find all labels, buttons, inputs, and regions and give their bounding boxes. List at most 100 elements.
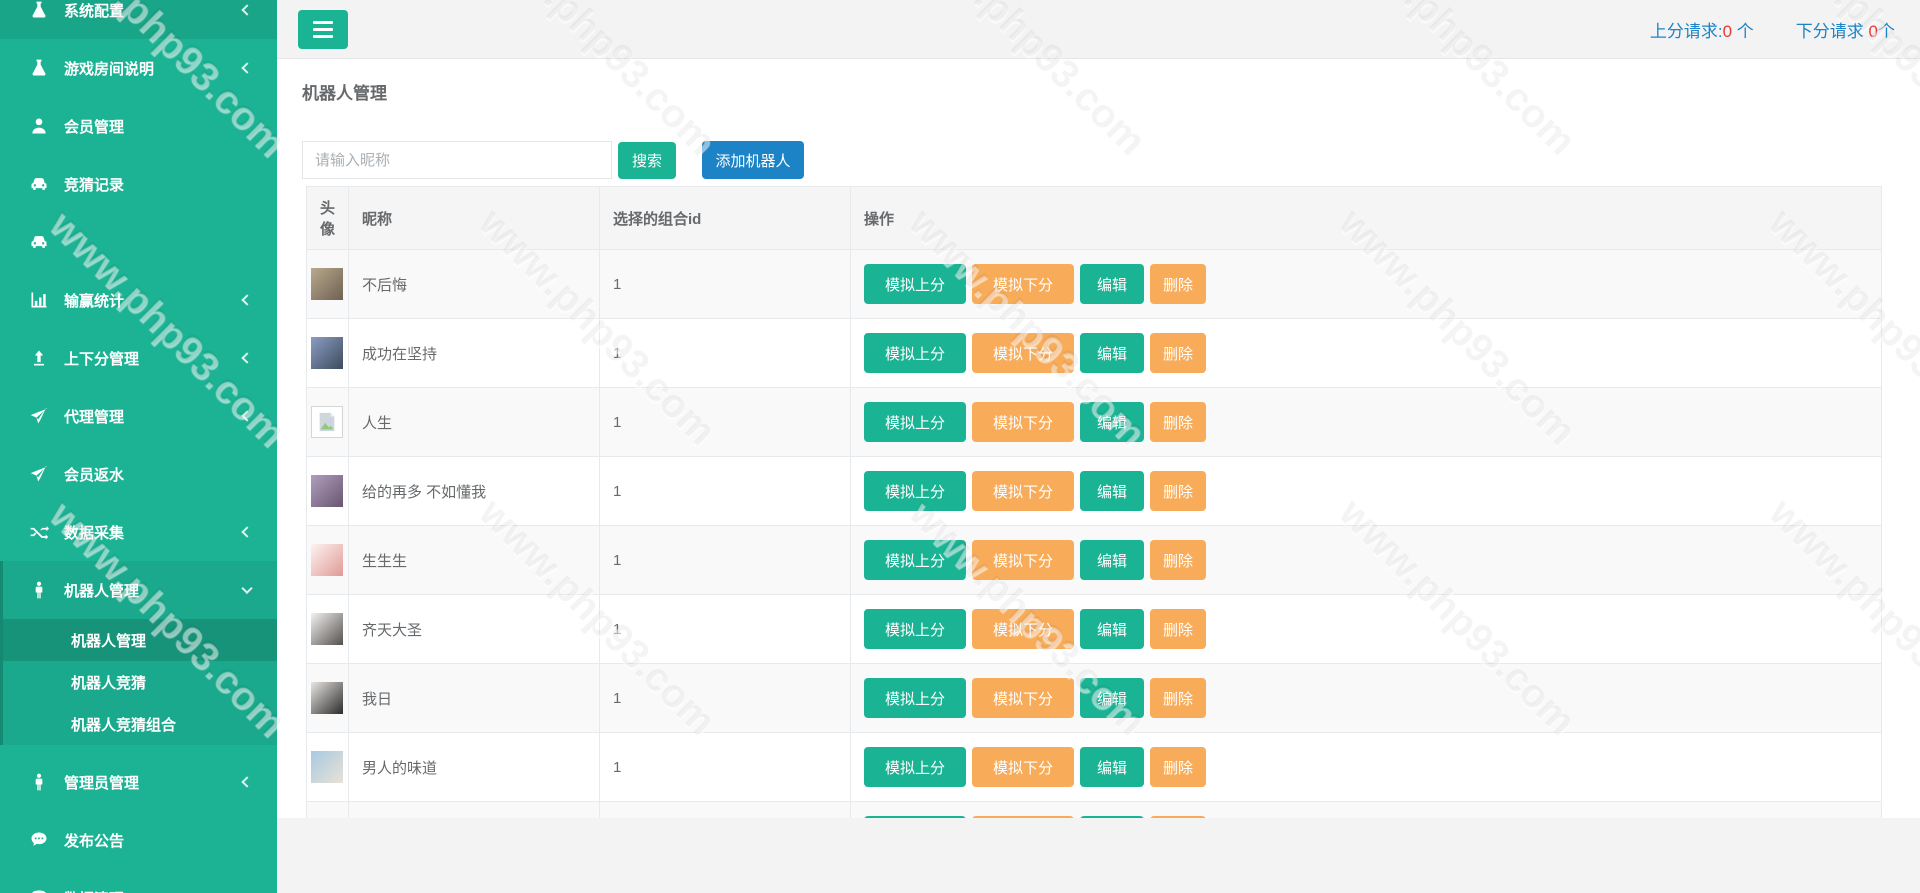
combo-id-cell: 1: [599, 594, 851, 664]
simulate-down-button[interactable]: 模拟下分: [972, 678, 1074, 718]
simulate-down-button[interactable]: 模拟下分: [972, 747, 1074, 787]
flask-icon: [28, 58, 50, 78]
nickname-search-input[interactable]: [302, 141, 612, 179]
delete-button[interactable]: 删除: [1150, 816, 1206, 818]
sidebar: 系统配置 游戏房间说明 会员管理 竞猜记录 输赢统计 上下分管理 代理管理 会员…: [0, 0, 277, 893]
avatar-cell: [306, 387, 349, 457]
delete-button[interactable]: 删除: [1150, 540, 1206, 580]
robot-avatar: [311, 475, 343, 507]
sidebar-item-data-cleaning[interactable]: 数据清理: [0, 869, 277, 893]
sidebar-item-car[interactable]: [0, 213, 277, 271]
sidebar-item-label: 数据清理: [64, 888, 124, 893]
robot-avatar: [311, 751, 343, 783]
simulate-up-button[interactable]: 模拟上分: [864, 747, 966, 787]
avatar-cell: [306, 456, 349, 526]
simulate-up-button[interactable]: 模拟上分: [864, 816, 966, 818]
nickname-cell: 成功在坚持: [348, 318, 600, 388]
sidebar-item-win-loss-stats[interactable]: 输赢统计: [0, 271, 277, 329]
chevron-left-icon: [241, 294, 253, 306]
simulate-down-button[interactable]: 模拟下分: [972, 816, 1074, 818]
actions-cell: 模拟上分模拟下分编辑删除: [850, 525, 1882, 595]
add-robot-button[interactable]: 添加机器人: [702, 141, 804, 179]
sidebar-subitem-label: 机器人竞猜: [71, 674, 147, 692]
delete-button[interactable]: 删除: [1150, 402, 1206, 442]
sidebar-section-robot: 机器人管理 机器人管理 机器人竞猜 机器人竞猜组合: [0, 561, 277, 745]
table-row: 人生 1 模拟上分 模拟下分 编辑 删除: [306, 387, 1882, 457]
bar-chart-icon: [28, 290, 50, 310]
nickname-cell: 人生: [348, 387, 600, 457]
simulate-up-button[interactable]: 模拟上分: [864, 264, 966, 304]
flask-icon: [28, 0, 50, 20]
avatar-cell: [306, 732, 349, 802]
simulate-down-button[interactable]: 模拟下分: [972, 540, 1074, 580]
sidebar-subitem-label: 机器人管理: [71, 632, 147, 650]
sidebar-subitem-robot-guess[interactable]: 机器人竞猜: [3, 661, 277, 703]
nickname-cell: 不后悔: [348, 249, 600, 319]
page-title: 机器人管理: [302, 84, 387, 103]
edit-button[interactable]: 编辑: [1080, 747, 1144, 787]
edit-button[interactable]: 编辑: [1080, 402, 1144, 442]
edit-button[interactable]: 编辑: [1080, 264, 1144, 304]
sidebar-subitem-robot-management[interactable]: 机器人管理: [3, 619, 277, 661]
topbar-requests: 上分请求:0 个 下分请求 0个: [1650, 17, 1895, 42]
sidebar-item-guess-records[interactable]: 竞猜记录: [0, 155, 277, 213]
combo-id-cell: 1: [599, 525, 851, 595]
delete-button[interactable]: 删除: [1150, 609, 1206, 649]
sidebar-toggle-button[interactable]: [298, 9, 348, 49]
search-button[interactable]: 搜索: [618, 141, 676, 179]
sidebar-item-agent-management[interactable]: 代理管理: [0, 387, 277, 445]
simulate-up-button[interactable]: 模拟上分: [864, 333, 966, 373]
header-actions: 操作: [850, 186, 1882, 250]
table-row: 模拟上分 模拟下分 编辑 删除: [306, 801, 1882, 818]
edit-button[interactable]: 编辑: [1080, 333, 1144, 373]
delete-button[interactable]: 删除: [1150, 333, 1206, 373]
delete-button[interactable]: 删除: [1150, 747, 1206, 787]
sidebar-item-publish-announcement[interactable]: 发布公告: [0, 811, 277, 869]
edit-button[interactable]: 编辑: [1080, 540, 1144, 580]
nickname-cell: 给的再多 不如懂我: [348, 456, 600, 526]
delete-button[interactable]: 删除: [1150, 264, 1206, 304]
simulate-up-button[interactable]: 模拟上分: [864, 540, 966, 580]
up-score-request-link[interactable]: 上分请求:0 个: [1650, 17, 1754, 42]
sidebar-item-admin-management[interactable]: 管理员管理: [0, 753, 277, 811]
avatar-cell: [306, 801, 349, 818]
table-row: 我日 1 模拟上分 模拟下分 编辑 删除: [306, 663, 1882, 733]
sidebar-subitem-robot-guess-combo[interactable]: 机器人竞猜组合: [3, 703, 277, 745]
avatar-cell: [306, 318, 349, 388]
edit-button[interactable]: 编辑: [1080, 678, 1144, 718]
simulate-up-button[interactable]: 模拟上分: [864, 609, 966, 649]
edit-button[interactable]: 编辑: [1080, 609, 1144, 649]
simulate-up-button[interactable]: 模拟上分: [864, 402, 966, 442]
simulate-down-button[interactable]: 模拟下分: [972, 333, 1074, 373]
simulate-down-button[interactable]: 模拟下分: [972, 402, 1074, 442]
nickname-cell: 我日: [348, 663, 600, 733]
table-row: 生生生 1 模拟上分 模拟下分 编辑 删除: [306, 525, 1882, 595]
sidebar-item-label: 管理员管理: [64, 774, 140, 792]
sidebar-item-member-management[interactable]: 会员管理: [0, 97, 277, 155]
simulate-up-button[interactable]: 模拟上分: [864, 678, 966, 718]
delete-button[interactable]: 删除: [1150, 678, 1206, 718]
comment-icon: [28, 830, 50, 850]
table-row: 成功在坚持 1 模拟上分 模拟下分 编辑 删除: [306, 318, 1882, 388]
nickname-cell: 生生生: [348, 525, 600, 595]
edit-button[interactable]: 编辑: [1080, 471, 1144, 511]
simulate-down-button[interactable]: 模拟下分: [972, 609, 1074, 649]
sidebar-item-system-config[interactable]: 系统配置: [0, 0, 277, 39]
sidebar-item-score-management[interactable]: 上下分管理: [0, 329, 277, 387]
sidebar-item-game-room-info[interactable]: 游戏房间说明: [0, 39, 277, 97]
sidebar-item-label: 会员返水: [64, 466, 125, 484]
sidebar-item-member-rebate[interactable]: 会员返水: [0, 445, 277, 503]
sidebar-item-label: 输赢统计: [64, 292, 125, 310]
sidebar-item-label: 竞猜记录: [64, 176, 125, 194]
sidebar-item-data-collection[interactable]: 数据采集: [0, 503, 277, 561]
sidebar-item-label: 会员管理: [64, 118, 125, 136]
paper-plane-icon: [28, 464, 50, 484]
edit-button[interactable]: 编辑: [1080, 816, 1144, 818]
sidebar-item-robot-management[interactable]: 机器人管理: [3, 561, 277, 619]
down-score-request-link[interactable]: 下分请求 0个: [1796, 17, 1895, 42]
simulate-up-button[interactable]: 模拟上分: [864, 471, 966, 511]
hamburger-icon: [313, 20, 333, 24]
delete-button[interactable]: 删除: [1150, 471, 1206, 511]
simulate-down-button[interactable]: 模拟下分: [972, 471, 1074, 511]
simulate-down-button[interactable]: 模拟下分: [972, 264, 1074, 304]
